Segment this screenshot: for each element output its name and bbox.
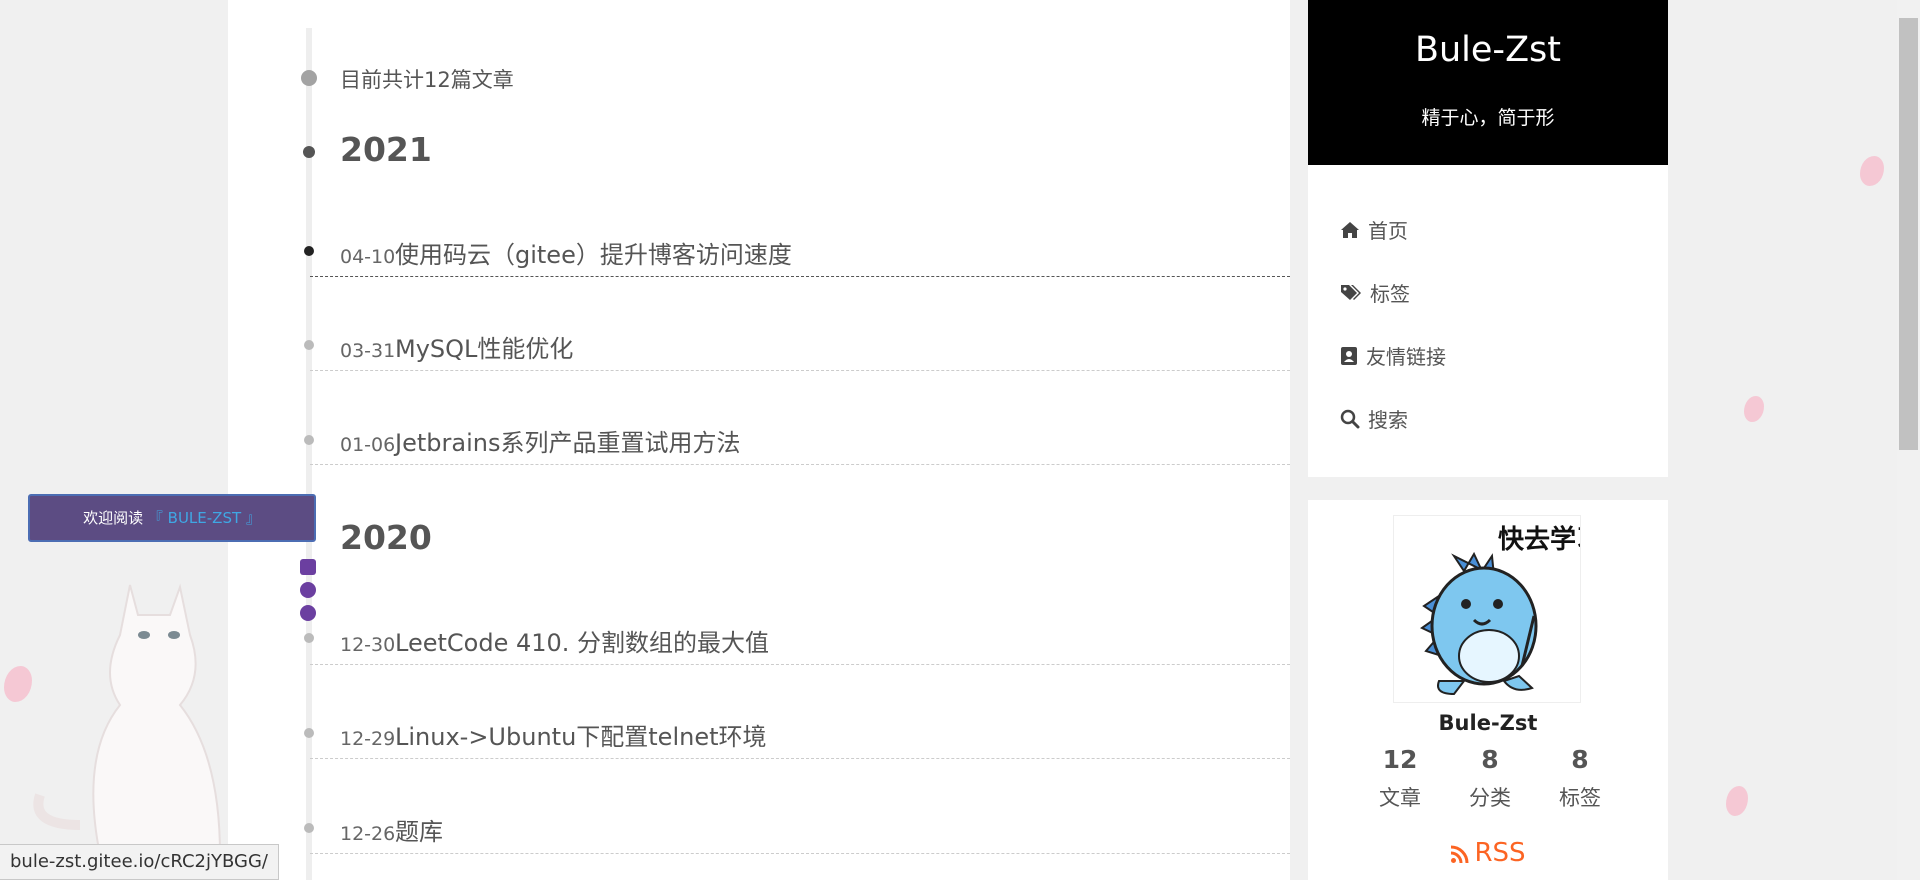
post-title-link[interactable]: LeetCode 410. 分割数组的最大值 — [395, 623, 769, 658]
post-title-link[interactable]: Jetbrains系列产品重置试用方法 — [395, 423, 740, 458]
author-name: Bule-Zst — [1438, 711, 1538, 735]
address-book-icon — [1341, 346, 1357, 365]
post-title-link[interactable]: MySQL性能优化 — [395, 329, 573, 364]
stat-posts[interactable]: 12 文章 — [1355, 745, 1445, 812]
year-heading: 2020 — [340, 518, 432, 557]
timeline-dot — [301, 70, 317, 86]
status-bar-url: bule-zst.gitee.io/cRC2jYBGG/ — [0, 844, 279, 880]
post-date: 01-06 — [340, 434, 396, 456]
cat-mascot — [33, 583, 222, 856]
menu-item-label: 首页 — [1368, 219, 1408, 243]
post-date: 12-30 — [340, 634, 396, 656]
post-title-link[interactable]: 使用码云（gitee）提升博客访问速度 — [395, 235, 792, 270]
post-item[interactable]: 01-06 Jetbrains系列产品重置试用方法 — [310, 408, 1290, 465]
site-subtitle: 精于心，简于形 — [1421, 107, 1555, 129]
post-date: 04-10 — [340, 246, 396, 268]
post-title-link[interactable]: 题库 — [395, 812, 443, 847]
menu-item-label: 标签 — [1370, 282, 1410, 306]
menu-item-label: 搜索 — [1368, 408, 1408, 432]
post-item[interactable]: 04-10 使用码云（gitee）提升博客访问速度 — [310, 220, 1290, 277]
stat-categories[interactable]: 8 分类 — [1445, 745, 1535, 812]
post-date: 12-29 — [340, 728, 396, 750]
author-avatar: 快去学习 — [1393, 515, 1602, 703]
chat-icon[interactable] — [300, 559, 316, 575]
petal-decoration — [1726, 786, 1748, 816]
petal-decoration — [1744, 396, 1764, 422]
post-item[interactable]: 12-29 Linux->Ubuntu下配置telnet环境 — [310, 702, 1290, 759]
year-heading: 2021 — [340, 130, 432, 169]
menu-item-label: 友情链接 — [1366, 345, 1446, 369]
scrollbar-thumb[interactable] — [1899, 18, 1918, 450]
switch-icon[interactable] — [300, 582, 316, 598]
tags-icon — [1341, 284, 1361, 300]
welcome-message: 欢迎阅读 『 BULE-ZST 』 — [28, 494, 316, 542]
post-date: 12-26 — [340, 823, 396, 845]
site-brand[interactable]: Bule-Zst 精于心，简于形 — [1308, 0, 1668, 165]
post-item[interactable]: 03-31 MySQL性能优化 — [310, 314, 1290, 371]
post-date: 03-31 — [340, 340, 396, 362]
post-count: 目前共计12篇文章 — [340, 68, 514, 92]
stat-tags[interactable]: 8 标签 — [1535, 745, 1625, 812]
menu-item-home[interactable]: 首页 — [1340, 215, 1408, 244]
avatar-text: 快去学习 — [1498, 524, 1580, 555]
rss-icon — [1451, 845, 1469, 863]
post-title-link[interactable]: Linux->Ubuntu下配置telnet环境 — [395, 717, 767, 752]
post-item[interactable]: 12-26 题库 — [310, 797, 1290, 854]
search-icon — [1340, 409, 1360, 428]
stat-label: 文章 — [1379, 786, 1421, 810]
menu-item-tags[interactable]: 标签 — [1340, 278, 1410, 307]
home-icon — [1341, 221, 1359, 238]
welcome-highlight: 『 BULE-ZST 』 — [147, 509, 261, 527]
author-panel: 快去学习 Bule-Zst 12 文章 8 分类 8 标签 RSS — [1308, 500, 1668, 880]
menu-item-links[interactable]: 友情链接 — [1340, 341, 1446, 370]
nav-menu: 首页 标签 友情链接 搜索 — [1308, 165, 1668, 477]
rss-label: RSS — [1474, 838, 1526, 868]
timeline-dot — [303, 146, 315, 158]
stat-label: 分类 — [1469, 786, 1511, 810]
power-icon[interactable] — [300, 605, 316, 621]
menu-item-search[interactable]: 搜索 — [1340, 404, 1408, 433]
stat-value: 8 — [1571, 745, 1589, 774]
stat-value: 12 — [1382, 745, 1418, 774]
stat-label: 标签 — [1559, 786, 1601, 810]
rss-link[interactable]: RSS — [1308, 838, 1668, 868]
petal-decoration — [1860, 156, 1884, 186]
post-item[interactable]: 12-30 LeetCode 410. 分割数组的最大值 — [310, 608, 1290, 665]
site-title[interactable]: Bule-Zst — [1308, 30, 1668, 70]
stat-value: 8 — [1481, 745, 1499, 774]
welcome-prefix: 欢迎阅读 — [83, 509, 144, 527]
